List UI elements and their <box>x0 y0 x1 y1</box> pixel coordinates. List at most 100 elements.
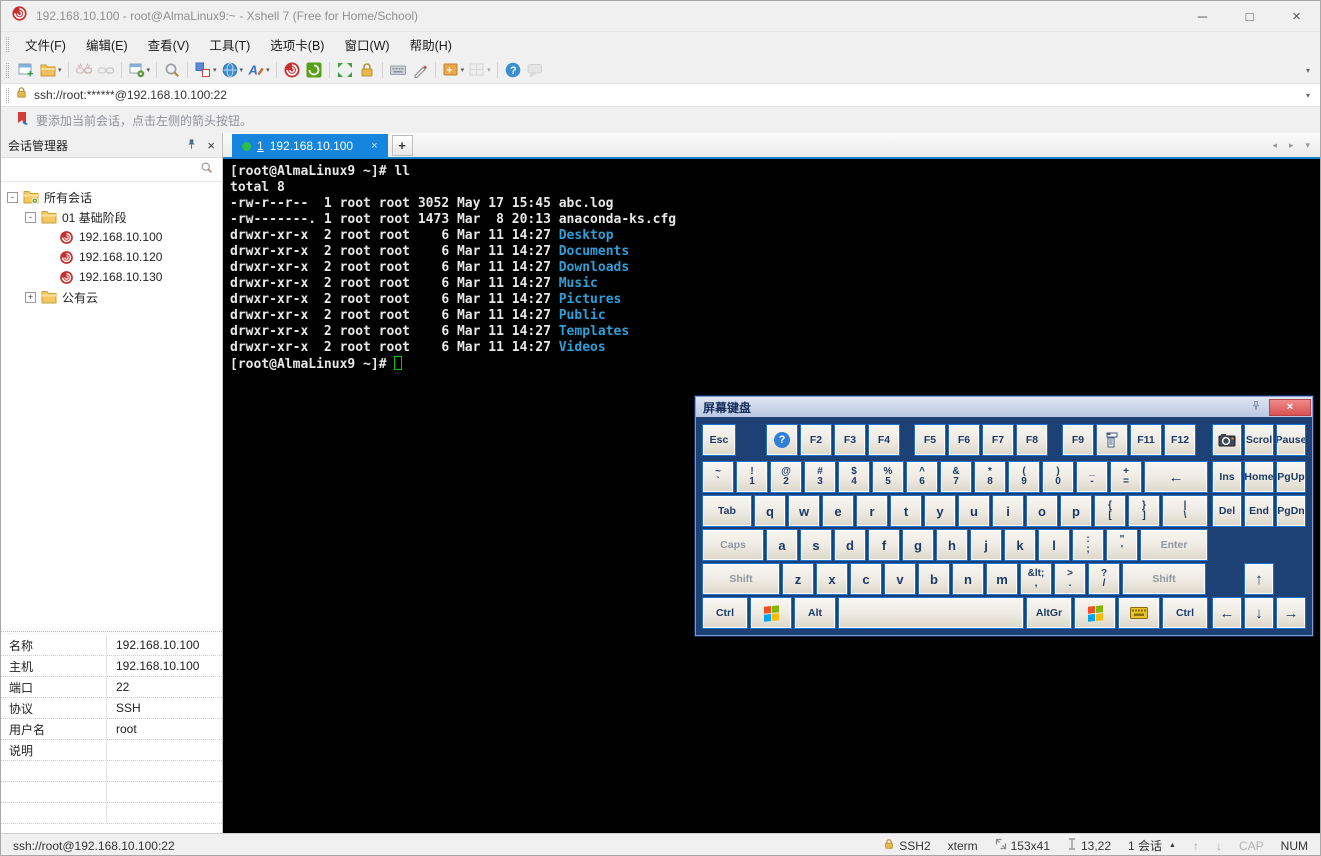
key-win[interactable] <box>1074 597 1116 629</box>
property-value[interactable]: SSH <box>107 698 222 718</box>
key-4[interactable]: $4 <box>838 461 870 493</box>
open-session-icon[interactable]: ▾ <box>37 59 64 82</box>
property-value[interactable] <box>107 803 222 823</box>
key-Ctrl[interactable]: Ctrl <box>702 597 748 629</box>
key-[[interactable]: {[ <box>1094 495 1126 527</box>
menu-item-2[interactable]: 编辑(E) <box>76 35 138 54</box>
tree-item-公有云[interactable]: +公有云 <box>1 287 222 307</box>
property-value[interactable]: 192.168.10.100 <box>107 656 222 676</box>
key-Alt[interactable]: Alt <box>794 597 836 629</box>
key-Scrol[interactable]: Scrol <box>1244 424 1274 456</box>
key-F5[interactable]: F5 <box>914 424 946 456</box>
key-/[interactable]: ?/ <box>1088 563 1120 595</box>
key-c[interactable]: c <box>850 563 882 595</box>
key-F12[interactable]: F12 <box>1164 424 1196 456</box>
key-5[interactable]: %5 <box>872 461 904 493</box>
minimize-button[interactable]: ─ <box>1179 1 1226 31</box>
key-Ins[interactable]: Ins <box>1212 461 1242 493</box>
keyboard-close-button[interactable]: × <box>1269 399 1311 416</box>
status-up-icon[interactable]: ↑ <box>1193 839 1199 853</box>
address-grip[interactable] <box>6 88 9 103</box>
key-←[interactable]: ← <box>1212 597 1242 629</box>
font-icon[interactable]: A▾ <box>245 59 272 82</box>
property-value[interactable] <box>107 782 222 802</box>
key-][interactable]: }] <box>1128 495 1160 527</box>
key-Shift[interactable]: Shift <box>1122 563 1206 595</box>
key-Esc[interactable]: Esc <box>702 424 736 456</box>
status-1-会话[interactable]: 1 会话▲ <box>1128 837 1176 854</box>
key-a[interactable]: a <box>766 529 798 561</box>
close-button[interactable]: × <box>1273 1 1320 31</box>
tree-item-192.168.10.130[interactable]: 192.168.10.130 <box>1 267 222 287</box>
key-9[interactable]: (9 <box>1008 461 1040 493</box>
toolbar-grip[interactable] <box>6 63 9 78</box>
fullscreen-icon[interactable] <box>334 59 356 82</box>
compose-bar-icon[interactable]: ▾ <box>192 59 219 82</box>
key-.[interactable]: >. <box>1054 563 1086 595</box>
key-←[interactable]: ← <box>1144 461 1208 493</box>
key-Home[interactable]: Home <box>1244 461 1274 493</box>
key-menukey[interactable] <box>1118 597 1160 629</box>
key-;[interactable]: :; <box>1072 529 1104 561</box>
key-r[interactable]: r <box>856 495 888 527</box>
key-space[interactable] <box>838 597 1024 629</box>
tunneling-icon[interactable]: ▾ <box>219 59 246 82</box>
key-F11[interactable]: F11 <box>1130 424 1162 456</box>
key-l[interactable]: l <box>1038 529 1070 561</box>
property-value[interactable]: 192.168.10.100 <box>107 635 222 655</box>
tab-session[interactable]: 1 192.168.10.100 × <box>232 134 388 158</box>
property-value[interactable] <box>107 740 222 760</box>
property-value[interactable]: 22 <box>107 677 222 697</box>
key-`[interactable]: ~` <box>702 461 734 493</box>
find-icon[interactable] <box>161 59 183 82</box>
virtual-keyboard-icon[interactable] <box>387 59 409 82</box>
menu-item-4[interactable]: 工具(T) <box>199 35 260 54</box>
key-s[interactable]: s <box>800 529 832 561</box>
key-0[interactable]: )0 <box>1042 461 1074 493</box>
menu-grip[interactable] <box>6 37 9 52</box>
key-↓[interactable]: ↓ <box>1244 597 1274 629</box>
new-session-icon[interactable]: + <box>15 59 37 82</box>
key-3[interactable]: #3 <box>804 461 836 493</box>
menu-item-6[interactable]: 窗口(W) <box>334 35 399 54</box>
property-value[interactable] <box>107 761 222 781</box>
menu-item-1[interactable]: 文件(F) <box>15 35 76 54</box>
tab-scroll-left-icon[interactable]: ◂ <box>1272 140 1277 151</box>
key-x[interactable]: x <box>816 563 848 595</box>
key-Pause[interactable]: Pause <box>1276 424 1306 456</box>
keyboard-pin-icon[interactable] <box>1243 400 1269 414</box>
key-→[interactable]: → <box>1276 597 1306 629</box>
keyboard-title-bar[interactable]: 屏幕键盘 × <box>696 397 1312 417</box>
menu-item-7[interactable]: 帮助(H) <box>400 35 462 54</box>
session-search-row[interactable] <box>1 158 222 182</box>
key-g[interactable]: g <box>902 529 934 561</box>
key-d[interactable]: d <box>834 529 866 561</box>
key-Caps[interactable]: Caps <box>702 529 764 561</box>
xftp-icon[interactable] <box>303 59 325 82</box>
key-2[interactable]: @2 <box>770 461 802 493</box>
key-Shift[interactable]: Shift <box>702 563 780 595</box>
key-Tab[interactable]: Tab <box>702 495 752 527</box>
tree-expander-icon[interactable]: + <box>25 292 36 303</box>
session-list-caret-icon[interactable]: ▲ <box>1169 842 1176 849</box>
key-menu[interactable] <box>1096 424 1128 456</box>
key-End[interactable]: End <box>1244 495 1274 527</box>
property-value[interactable]: root <box>107 719 222 739</box>
key-F9[interactable]: F9 <box>1062 424 1094 456</box>
key-F8[interactable]: F8 <box>1016 424 1048 456</box>
session-properties-icon[interactable]: ▾ <box>126 59 153 82</box>
key-F3[interactable]: F3 <box>834 424 866 456</box>
tree-item-192.168.10.120[interactable]: 192.168.10.120 <box>1 247 222 267</box>
key-v[interactable]: v <box>884 563 916 595</box>
tab-list-dropdown-icon[interactable]: ▾ <box>1305 140 1310 151</box>
key-=[interactable]: += <box>1110 461 1142 493</box>
toolbar-overflow-icon[interactable]: ▾ <box>1306 66 1320 75</box>
menu-item-5[interactable]: 选项卡(B) <box>260 35 334 54</box>
key-Ctrl[interactable]: Ctrl <box>1162 597 1208 629</box>
xshell-icon[interactable] <box>281 59 303 82</box>
key-q[interactable]: q <box>754 495 786 527</box>
key-z[interactable]: z <box>782 563 814 595</box>
key-PgDn[interactable]: PgDn <box>1276 495 1306 527</box>
menu-item-3[interactable]: 查看(V) <box>138 35 200 54</box>
tree-item-192.168.10.100[interactable]: 192.168.10.100 <box>1 227 222 247</box>
